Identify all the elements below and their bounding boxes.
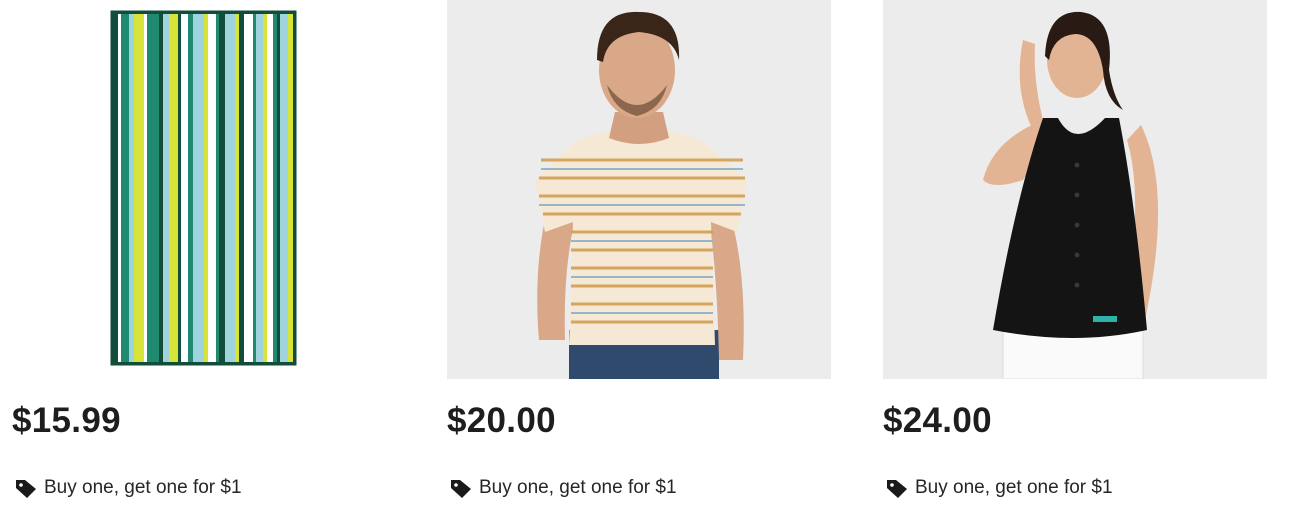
tag-icon xyxy=(449,477,473,499)
product-price: $15.99 xyxy=(12,401,121,440)
promo-link[interactable]: Buy one, get one for $1 xyxy=(14,476,242,500)
promo-label: Buy one, get one for $1 xyxy=(44,477,242,498)
product-grid: $15.99 Buy one, get one for $1 $20.00 Bu… xyxy=(0,0,1294,514)
product-card[interactable]: $15.99 Buy one, get one for $1 xyxy=(12,0,412,514)
product-price: $24.00 xyxy=(883,401,992,440)
beach-towel-image xyxy=(110,10,297,366)
promo-label: Buy one, get one for $1 xyxy=(915,477,1113,498)
product-image[interactable] xyxy=(883,0,1267,379)
tag-icon xyxy=(14,477,38,499)
man-tee-image xyxy=(447,0,831,379)
product-image[interactable] xyxy=(12,0,396,379)
promo-label: Buy one, get one for $1 xyxy=(479,477,677,498)
product-image[interactable] xyxy=(447,0,831,379)
product-card[interactable]: $20.00 Buy one, get one for $1 xyxy=(447,0,847,514)
woman-tank-image xyxy=(883,0,1267,379)
tag-icon xyxy=(885,477,909,499)
product-card[interactable]: $24.00 Buy one, get one for $1 xyxy=(883,0,1283,514)
promo-link[interactable]: Buy one, get one for $1 xyxy=(449,476,677,500)
promo-link[interactable]: Buy one, get one for $1 xyxy=(885,476,1113,500)
product-price: $20.00 xyxy=(447,401,556,440)
